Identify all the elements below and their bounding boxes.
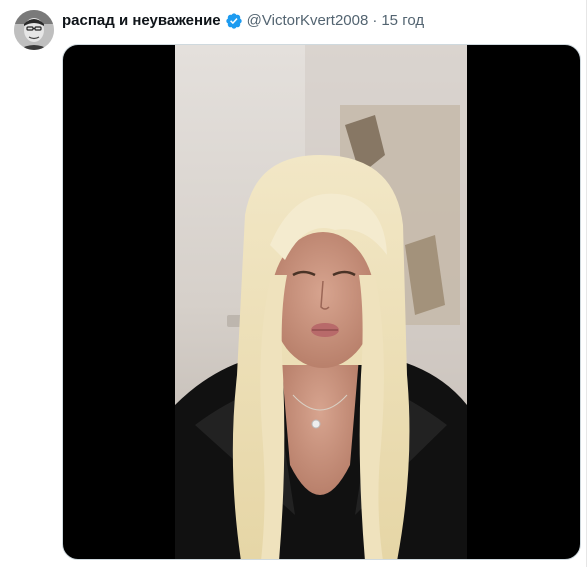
tweet-header: распад и неуважение @VictorKvert2008 · 1…	[62, 10, 424, 32]
avatar-image	[14, 10, 54, 50]
verified-badge-icon	[225, 12, 243, 30]
tweet: распад и неуважение @VictorKvert2008 · 1…	[0, 0, 587, 567]
separator-dot: ·	[372, 12, 378, 29]
video-player[interactable]	[62, 44, 581, 560]
timestamp[interactable]: 15 год	[381, 11, 424, 31]
video-frame	[175, 45, 467, 559]
avatar[interactable]	[14, 10, 54, 50]
display-name[interactable]: распад и неуважение	[62, 11, 221, 31]
video-thumbnail	[175, 45, 467, 559]
user-handle[interactable]: @VictorKvert2008	[247, 11, 369, 31]
